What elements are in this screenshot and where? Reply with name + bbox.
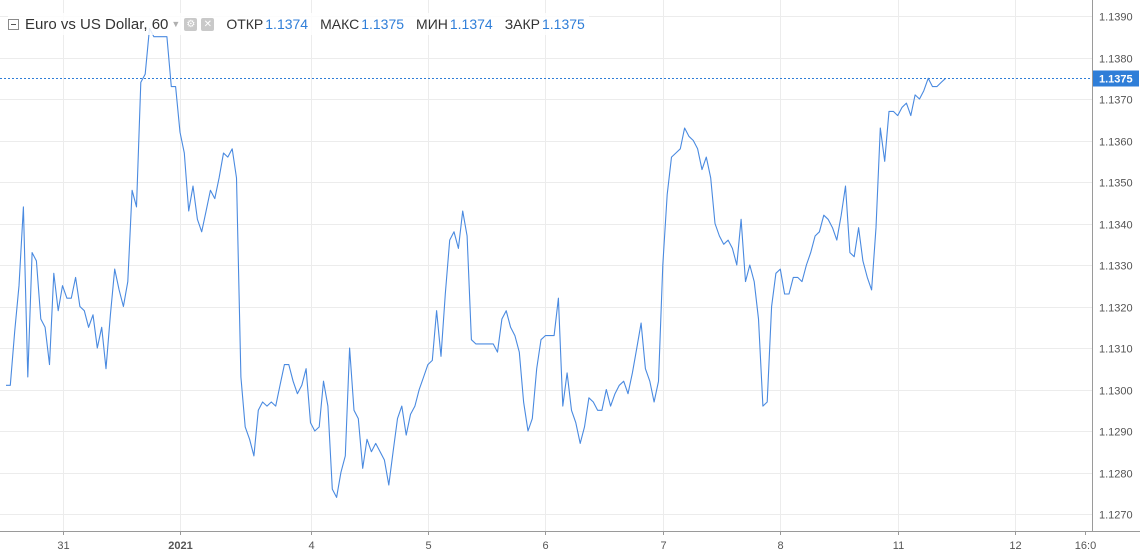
close-icon[interactable]: ✕ bbox=[201, 17, 215, 31]
y-tick-label: 1.1350 bbox=[1099, 178, 1133, 190]
price-line bbox=[6, 27, 946, 498]
open-value: 1.1374 bbox=[265, 16, 309, 32]
x-tick-label: 12 bbox=[1009, 540, 1021, 552]
high-label: МАКС bbox=[320, 16, 360, 32]
y-tick-label: 1.1390 bbox=[1099, 12, 1133, 24]
symbol-title[interactable]: Euro vs US Dollar, 60 bbox=[25, 16, 168, 33]
y-tick-label: 1.1310 bbox=[1099, 344, 1133, 356]
x-tick-label: 11 bbox=[893, 540, 904, 552]
x-tick-label: 4 bbox=[308, 540, 314, 552]
close-label: ЗАКР bbox=[504, 16, 540, 32]
y-tick-label: 1.1340 bbox=[1099, 220, 1133, 232]
chart-canvas[interactable]: 1.1270 1.1280 1.1290 1.1300 1.1310 1.1320 1.13… bbox=[0, 0, 1140, 554]
symbol-legend: Euro vs US Dollar, 60 ▼ ⚙ ✕ ОТКР 1.1374 … bbox=[8, 13, 589, 35]
chevron-down-icon[interactable]: ▼ bbox=[171, 19, 180, 29]
collapse-icon[interactable] bbox=[8, 18, 19, 30]
last-price-label: 1.1375 bbox=[1099, 74, 1133, 86]
x-tick-label: 31 bbox=[57, 540, 69, 552]
x-tick-label: 2021 bbox=[168, 540, 192, 552]
labels: 1.1270 1.1280 1.1290 1.1300 1.1310 1.1320 1.13… bbox=[57, 12, 1139, 552]
x-tick-label: 5 bbox=[425, 540, 431, 552]
low-label: МИН bbox=[416, 16, 448, 32]
close-value: 1.1375 bbox=[542, 16, 585, 32]
low-value: 1.1374 bbox=[449, 16, 493, 32]
x-tick-label: 16:0 bbox=[1075, 540, 1096, 552]
x-tick-label: 8 bbox=[777, 540, 783, 552]
y-tick-label: 1.1270 bbox=[1099, 510, 1133, 522]
y-tick-label: 1.1380 bbox=[1099, 54, 1133, 66]
x-tick-label: 6 bbox=[542, 540, 548, 552]
open-label: ОТКР bbox=[226, 16, 264, 32]
y-tick-label: 1.1330 bbox=[1099, 261, 1133, 273]
y-tick-label: 1.1300 bbox=[1099, 386, 1133, 398]
settings-icon[interactable]: ⚙ bbox=[184, 17, 198, 31]
y-tick-label: 1.1360 bbox=[1099, 137, 1133, 149]
high-value: 1.1375 bbox=[361, 16, 405, 32]
y-tick-label: 1.1320 bbox=[1099, 303, 1133, 315]
y-tick-label: 1.1370 bbox=[1099, 95, 1133, 107]
price-chart[interactable]: 1.1270 1.1280 1.1290 1.1300 1.1310 1.1320 1.13… bbox=[0, 0, 1140, 554]
y-tick-label: 1.1290 bbox=[1099, 427, 1133, 439]
y-tick-label: 1.1280 bbox=[1099, 469, 1133, 481]
x-tick-label: 7 bbox=[660, 540, 666, 552]
